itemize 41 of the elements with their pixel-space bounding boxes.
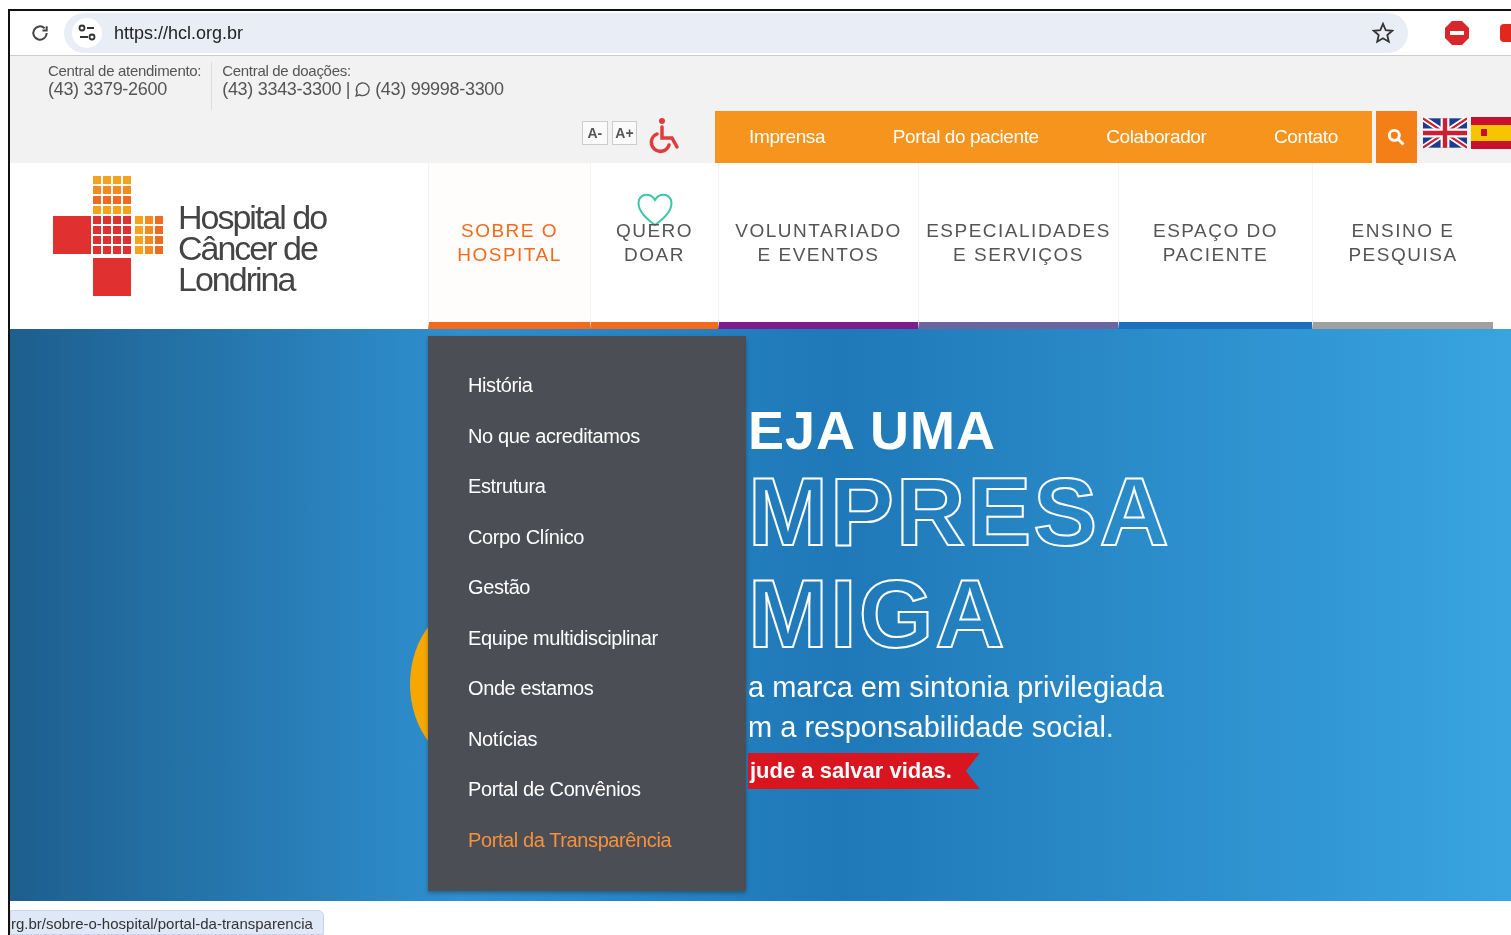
spain-flag-icon[interactable] [1471, 117, 1511, 149]
banner-subtitle: a marca em sintonia privilegiada [748, 670, 1165, 705]
banner-outline-text: MPRESA [748, 461, 1171, 563]
url-text: https://hcl.org.br [114, 22, 245, 44]
whatsapp-icon [354, 81, 372, 98]
menu-item[interactable]: Corpo Clínico [428, 511, 746, 562]
nav-item[interactable]: QUERO DOAR [590, 163, 718, 329]
menu-item[interactable]: Portal de Convênios [428, 764, 746, 815]
menu-item[interactable]: História [428, 360, 746, 411]
banner-subtitle: m a responsabilidade social. [748, 710, 1115, 745]
menu-item[interactable]: Onde estamos [428, 663, 746, 714]
site-settings-icon[interactable] [72, 18, 102, 48]
address-bar[interactable]: https://hcl.org.br [64, 13, 1408, 53]
reload-icon[interactable] [30, 23, 50, 43]
uk-flag-icon[interactable] [1423, 117, 1467, 149]
whatsapp-number: (43) 99998-3300 [375, 79, 504, 100]
banner-heading: EJA UMA [748, 399, 998, 461]
menu-item[interactable]: Gestão [428, 562, 746, 613]
status-url: rg.br/sobre-o-hospital/portal-da-transparencia [10, 910, 324, 935]
nav-item[interactable]: ESPECIALIDADES E SERVIÇOS [918, 163, 1118, 329]
star-icon[interactable] [1372, 22, 1394, 44]
phone-number: (43) 3379-2600 [48, 79, 167, 100]
menu-item[interactable]: Portal da Transparência [428, 814, 746, 865]
search-icon [1386, 127, 1407, 147]
banner-outline-text: MIGA [748, 563, 1008, 665]
font-size-button[interactable]: A+ [611, 121, 638, 145]
nav-item[interactable]: VOLUNTARIADO E EVENTOS [718, 163, 918, 329]
menu-item[interactable]: Notícias [428, 713, 746, 764]
contact-label: Central de doações: [222, 62, 352, 79]
nav-item[interactable]: ENSINO E PESQUISA [1312, 163, 1493, 329]
menu-item[interactable]: No que acreditamos [428, 410, 746, 461]
adblock-extension-icon[interactable] [1444, 20, 1470, 46]
search-button[interactable] [1375, 111, 1417, 163]
font-size-button[interactable]: A- [582, 121, 608, 145]
phone-number: (43) 3343-3300 | [222, 79, 351, 100]
contact-label: Central de atendimento: [48, 62, 202, 79]
nav-item[interactable]: ESPAÇO DO PACIENTE [1118, 163, 1312, 329]
menu-item[interactable]: Estrutura [428, 461, 746, 512]
banner-ribbon: jude a salvar vidas. [748, 753, 980, 789]
logo-text: Londrina [178, 263, 296, 295]
menu-item[interactable]: Equipe multidisciplinar [428, 612, 746, 663]
